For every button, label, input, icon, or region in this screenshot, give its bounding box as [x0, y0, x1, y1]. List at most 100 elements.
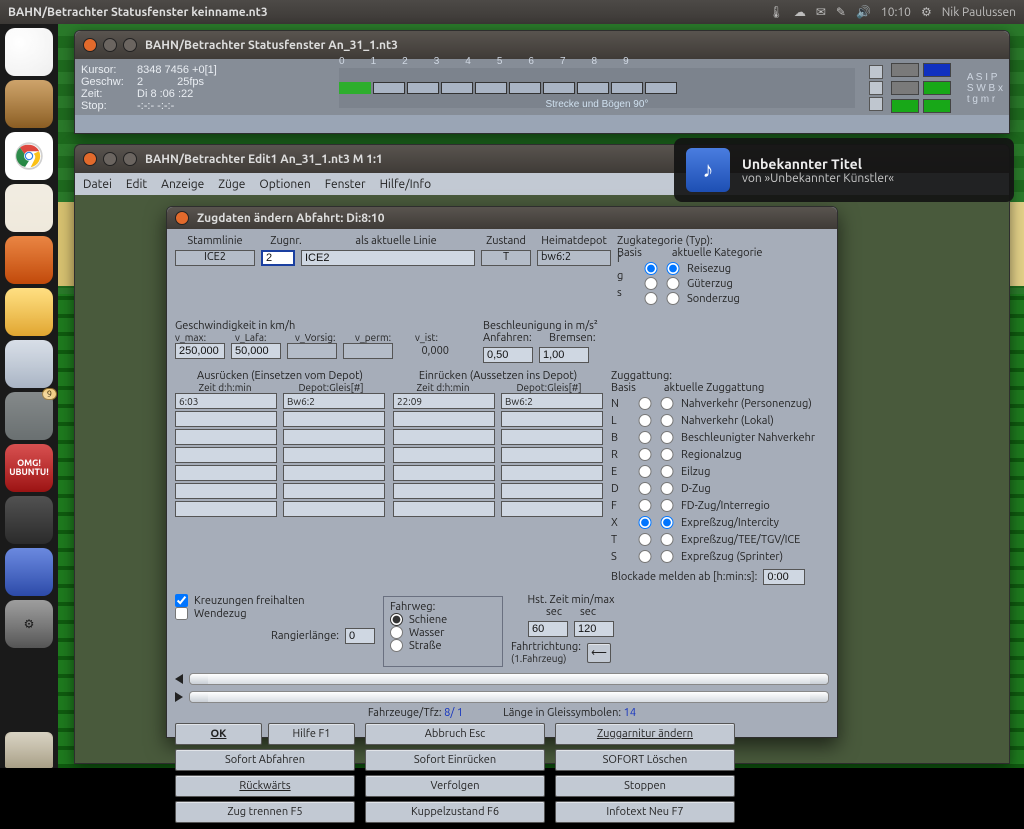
zug-trennen-button[interactable]: Zug trennen F5 — [175, 801, 355, 823]
menu-anzeige[interactable]: Anzeige — [161, 178, 204, 191]
gear-icon[interactable]: ⚙ — [921, 5, 932, 19]
mail-icon[interactable]: ✉ — [816, 5, 826, 19]
input-rangier[interactable] — [345, 628, 375, 644]
menu-datei[interactable]: Datei — [83, 178, 112, 191]
radio-gattung-akt-L[interactable] — [659, 414, 675, 427]
zuggarnitur-button[interactable]: Zuggarnitur ändern — [555, 723, 735, 745]
radio-gattung-basis-N[interactable] — [637, 397, 653, 410]
terminal-icon[interactable] — [5, 496, 53, 544]
input-bremsen[interactable] — [539, 347, 589, 363]
power-icon[interactable] — [5, 340, 53, 388]
radio-kat-reisezug[interactable] — [665, 262, 681, 275]
dialog-titlebar[interactable]: Zugdaten ändern Abfahrt: Di:8:10 — [167, 207, 837, 229]
radio-gattung-basis-S[interactable] — [637, 550, 653, 563]
close-icon[interactable] — [175, 211, 189, 225]
radio-schiene[interactable]: Schiene — [390, 613, 496, 626]
radio-basis-r[interactable] — [643, 262, 659, 275]
close-icon[interactable] — [83, 152, 97, 166]
trash-icon[interactable] — [5, 732, 53, 768]
cell-aus-time[interactable]: 6:03 — [175, 393, 277, 409]
chrome-icon[interactable] — [5, 132, 53, 180]
radio-gattung-akt-E[interactable] — [659, 465, 675, 478]
minimize-icon[interactable] — [103, 152, 117, 166]
notification-bubble[interactable]: ♪ Unbekannter Titel von »Unbekannter Kün… — [674, 138, 1014, 202]
menu-edit[interactable]: Edit — [126, 178, 147, 191]
radio-gattung-akt-T[interactable] — [659, 533, 675, 546]
radio-gattung-basis-R[interactable] — [637, 448, 653, 461]
consist-next-icon[interactable] — [175, 692, 183, 702]
status-window-titlebar[interactable]: BAHN/Betrachter Statusfenster An_31_1.nt… — [75, 31, 1009, 59]
input-zugnr[interactable] — [261, 250, 295, 266]
input-vmax[interactable] — [175, 343, 225, 359]
radio-gattung-akt-R[interactable] — [659, 448, 675, 461]
scroll-right-icon[interactable] — [869, 81, 883, 95]
menu-hilfe[interactable]: Hilfe/Info — [380, 178, 432, 191]
volume-icon[interactable]: 🔊 — [856, 5, 871, 19]
radio-gattung-akt-B[interactable] — [659, 431, 675, 444]
radio-gattung-basis-L[interactable] — [637, 414, 653, 427]
input-vlafa[interactable] — [231, 343, 281, 359]
stoppen-button[interactable]: Stoppen — [555, 775, 735, 797]
radio-gattung-akt-D[interactable] — [659, 482, 675, 495]
ok-button[interactable]: OK — [175, 723, 262, 745]
app-blue-icon[interactable] — [5, 548, 53, 596]
cell-aus-depot[interactable]: Bw6:2 — [283, 393, 385, 409]
input-hst-max[interactable] — [574, 621, 614, 637]
scroll-down-icon[interactable] — [869, 97, 883, 111]
cloud-icon[interactable]: ☁ — [794, 5, 806, 19]
banshee-icon[interactable] — [5, 288, 53, 336]
cell-ein-depot[interactable]: Bw6:2 — [501, 393, 603, 409]
kuppelzustand-button[interactable]: Kuppelzustand F6 — [365, 801, 545, 823]
settings-icon[interactable]: ⚙ — [5, 600, 53, 648]
session-user[interactable]: Nik Paulussen — [942, 6, 1016, 19]
direction-button[interactable]: ⟵ — [587, 643, 611, 663]
infotext-button[interactable]: Infotext Neu F7 — [555, 801, 735, 823]
input-blockade[interactable] — [763, 569, 805, 585]
radio-gattung-basis-B[interactable] — [637, 431, 653, 444]
radio-basis-s[interactable] — [643, 292, 659, 305]
label-gattung-R: Regionalzug — [681, 449, 837, 461]
menu-fenster[interactable]: Fenster — [325, 178, 366, 191]
cell-ein-time[interactable]: 22:09 — [393, 393, 495, 409]
radio-gattung-akt-F[interactable] — [659, 499, 675, 512]
clock[interactable]: 10:10 — [881, 6, 911, 19]
radio-kat-sonderzug[interactable] — [665, 292, 681, 305]
checkbox-kreuzungen[interactable]: Kreuzungen freihalten — [175, 594, 375, 607]
input-hst-min[interactable] — [528, 621, 568, 637]
update-manager-icon[interactable]: 9 — [5, 392, 53, 440]
hilfe-button[interactable]: Hilfe F1 — [268, 723, 355, 745]
radio-kat-gueterzug[interactable] — [665, 277, 681, 290]
maximize-icon[interactable] — [123, 38, 137, 52]
input-anfahren[interactable] — [483, 347, 533, 363]
verfolgen-button[interactable]: Verfolgen — [365, 775, 545, 797]
radio-strasse[interactable]: Straße — [390, 639, 496, 652]
radio-basis-g[interactable] — [643, 277, 659, 290]
radio-gattung-basis-T[interactable] — [637, 533, 653, 546]
maximize-icon[interactable] — [123, 152, 137, 166]
menu-optionen[interactable]: Optionen — [259, 178, 310, 191]
input-als-linie[interactable] — [301, 250, 475, 266]
abbruch-button[interactable]: Abbruch Esc — [365, 723, 545, 745]
scroll-left-icon[interactable] — [869, 65, 883, 79]
radio-gattung-basis-E[interactable] — [637, 465, 653, 478]
edit-icon[interactable]: ✎ — [836, 5, 846, 19]
close-icon[interactable] — [83, 38, 97, 52]
radio-gattung-basis-D[interactable] — [637, 482, 653, 495]
dash-home-icon[interactable] — [5, 28, 53, 76]
radio-wasser[interactable]: Wasser — [390, 626, 496, 639]
radio-gattung-akt-S[interactable] — [659, 550, 675, 563]
radio-gattung-akt-X[interactable] — [659, 516, 675, 529]
menu-zuege[interactable]: Züge — [218, 178, 245, 191]
feed-reader-icon[interactable] — [5, 236, 53, 284]
temperature-icon[interactable]: 🌡 — [769, 5, 784, 19]
files-icon[interactable] — [5, 80, 53, 128]
omgubuntu-icon[interactable]: OMG! UBUNTU! — [5, 444, 53, 492]
rueckwaerts-button[interactable]: Rückwärts — [175, 775, 355, 797]
radio-gattung-basis-X[interactable] — [637, 516, 653, 529]
radio-gattung-basis-F[interactable] — [637, 499, 653, 512]
consist-prev-icon[interactable] — [175, 674, 183, 684]
thunderbird-icon[interactable] — [5, 184, 53, 232]
minimize-icon[interactable] — [103, 38, 117, 52]
checkbox-wendezug[interactable]: Wendezug — [175, 607, 375, 620]
radio-gattung-akt-N[interactable] — [659, 397, 675, 410]
